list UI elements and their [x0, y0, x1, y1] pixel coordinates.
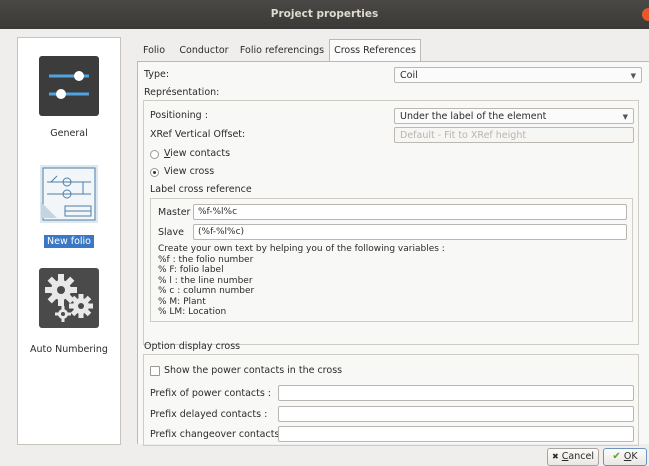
slave-label: Slave: [158, 227, 184, 238]
label-cross-reference-label: Label cross reference: [150, 184, 252, 195]
tab-folio-referencings[interactable]: Folio referencings: [237, 41, 327, 61]
cancel-button[interactable]: ✖ Cancel: [547, 448, 599, 466]
tab-cross-references[interactable]: Cross References: [329, 39, 421, 62]
prefix-delayed-input[interactable]: [278, 406, 634, 422]
positioning-select[interactable]: Under the label of the element ▼: [394, 108, 634, 124]
positioning-label: Positioning :: [150, 110, 208, 121]
sidebar-item-general[interactable]: General: [18, 54, 120, 140]
positioning-select-value: Under the label of the element: [400, 111, 547, 122]
representation-label: Représentation:: [144, 87, 220, 98]
vertical-offset-select-value: Default - Fit to XRef height: [400, 130, 527, 141]
prefix-power-input[interactable]: [278, 385, 634, 401]
cancel-icon: ✖: [552, 452, 559, 461]
option-display-cross-label: Option display cross: [144, 341, 241, 352]
type-select-value: Coil: [400, 70, 418, 81]
cross-references-panel: Type: Coil ▼ Représentation: Positioning…: [137, 61, 649, 446]
prefix-delayed-label: Prefix delayed contacts :: [150, 409, 268, 420]
tab-folio[interactable]: Folio: [137, 41, 171, 61]
sidebar-item-label: General: [50, 128, 88, 139]
show-power-contacts-label[interactable]: Show the power contacts in the cross: [164, 365, 342, 376]
show-power-contacts-checkbox[interactable]: [150, 366, 160, 376]
chevron-down-icon: ▼: [622, 113, 628, 121]
prefix-power-label: Prefix of power contacts :: [150, 388, 272, 399]
view-cross-label[interactable]: View cross: [164, 166, 214, 177]
sidebar-item-auto-numbering[interactable]: Auto Numbering: [18, 266, 120, 356]
prefix-changeover-label: Prefix changeover contacts :: [150, 429, 286, 440]
gears-icon: [39, 268, 99, 328]
chevron-down-icon: ▼: [630, 72, 636, 80]
checkmark-icon: ✔: [612, 451, 621, 462]
title-bar: Project properties: [0, 0, 649, 29]
master-label: Master: [158, 207, 191, 218]
master-input[interactable]: %f-%l%c: [193, 204, 627, 220]
sliders-icon: [39, 56, 99, 116]
sidebar-item-label: Auto Numbering: [30, 344, 108, 355]
type-select[interactable]: Coil ▼: [394, 67, 642, 83]
folio-schematic-icon: [40, 165, 98, 223]
prefix-changeover-input[interactable]: [278, 426, 634, 442]
category-list: General New folio Auto Numbering: [17, 37, 121, 445]
slave-input[interactable]: (%f-%l%c): [193, 224, 627, 240]
type-label: Type:: [144, 69, 170, 80]
view-contacts-label[interactable]: View contacts: [164, 148, 230, 159]
ok-button[interactable]: ✔ OK: [603, 448, 647, 466]
close-window-button[interactable]: [642, 8, 649, 21]
variables-help-text: Create your own text by helping you of t…: [158, 244, 445, 317]
vertical-offset-label: XRef Vertical Offset:: [150, 129, 246, 140]
sidebar-item-label: New folio: [44, 235, 94, 248]
view-contacts-radio[interactable]: [150, 150, 159, 159]
view-cross-radio[interactable]: [150, 168, 159, 177]
window-title: Project properties: [270, 8, 379, 20]
sidebar-item-new-folio[interactable]: New folio: [18, 162, 120, 248]
tab-conductor[interactable]: Conductor: [175, 41, 233, 61]
vertical-offset-select[interactable]: Default - Fit to XRef height: [394, 127, 634, 143]
